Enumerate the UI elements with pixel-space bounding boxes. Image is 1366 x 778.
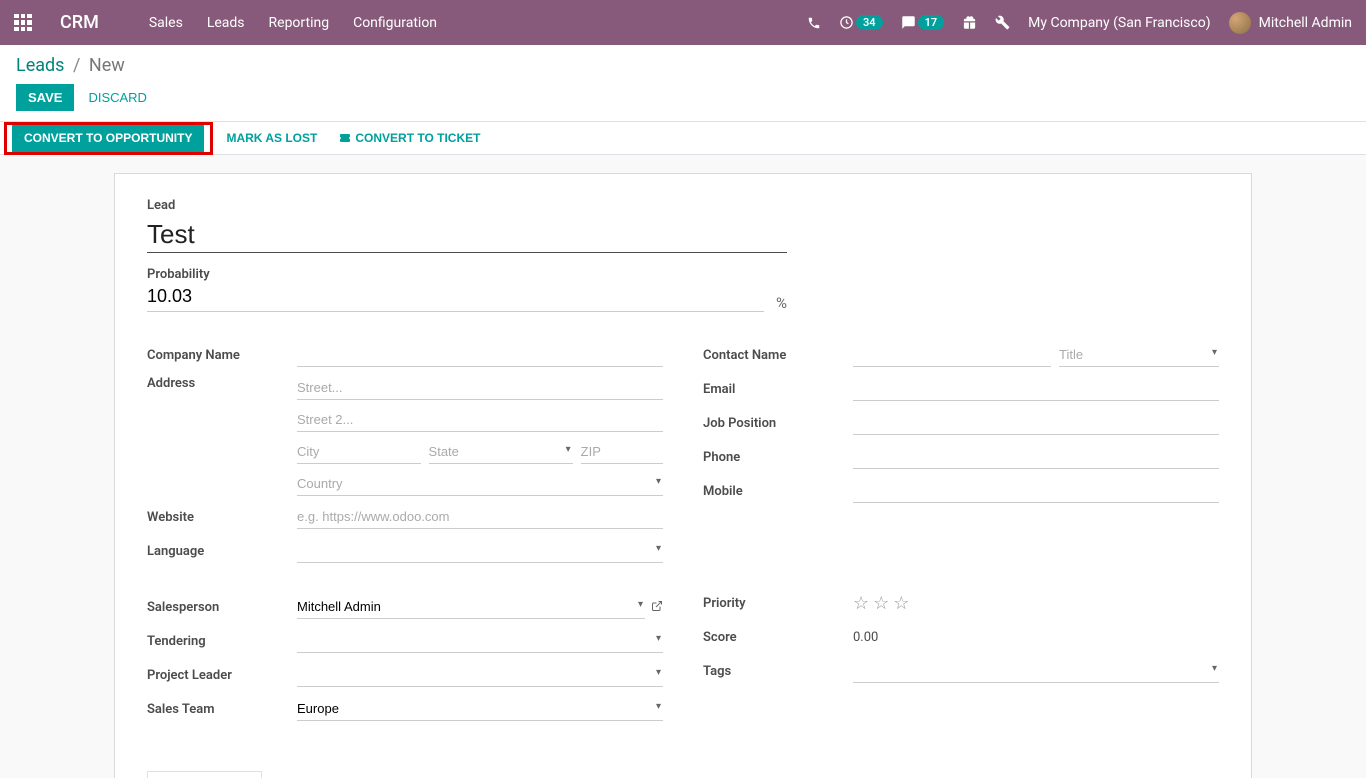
company-selector[interactable]: My Company (San Francisco) [1028, 15, 1210, 31]
company-name-input[interactable] [297, 343, 663, 367]
convert-ticket-button[interactable]: CONVERT TO TICKET [339, 131, 480, 145]
gift-icon[interactable] [962, 15, 977, 30]
email-input[interactable] [853, 377, 1219, 401]
country-input[interactable] [297, 472, 663, 496]
sales-team-input[interactable] [297, 697, 663, 721]
form-right-column: Contact Name Email Job Position [703, 342, 1219, 730]
salesperson-input[interactable] [297, 595, 645, 619]
messages-badge: 17 [918, 15, 945, 30]
language-label: Language [147, 544, 297, 559]
project-leader-label: Project Leader [147, 668, 297, 683]
control-area: Leads / New SAVE DISCARD [0, 45, 1366, 111]
score-value: 0.00 [853, 630, 1219, 645]
discard-button[interactable]: DISCARD [88, 90, 147, 105]
language-input[interactable] [297, 539, 663, 563]
priority-label: Priority [703, 596, 853, 611]
street2-input[interactable] [297, 408, 663, 432]
email-label: Email [703, 382, 853, 397]
breadcrumb-root[interactable]: Leads [16, 55, 64, 76]
nav-menu: Sales Leads Reporting Configuration [149, 15, 437, 31]
user-avatar [1229, 12, 1251, 34]
breadcrumb-current: New [89, 55, 125, 76]
topbar: CRM Sales Leads Reporting Configuration … [0, 0, 1366, 45]
tendering-label: Tendering [147, 634, 297, 649]
ticket-icon [339, 132, 351, 144]
form-sheet: Lead Probability % Company Name Add [114, 173, 1252, 778]
messages-icon[interactable]: 17 [901, 15, 945, 30]
tendering-input[interactable] [297, 629, 663, 653]
nav-configuration[interactable]: Configuration [353, 15, 437, 31]
app-brand[interactable]: CRM [60, 12, 99, 33]
phone-label: Phone [703, 450, 853, 465]
contact-name-input[interactable] [853, 343, 1051, 367]
mobile-label: Mobile [703, 484, 853, 499]
tab-internal-notes[interactable]: Internal Notes [147, 771, 262, 778]
probability-label: Probability [147, 267, 210, 282]
phone-input[interactable] [853, 445, 1219, 469]
job-position-label: Job Position [703, 416, 853, 431]
phone-icon[interactable] [807, 16, 821, 30]
address-label: Address [147, 376, 297, 391]
state-input[interactable] [429, 440, 573, 464]
sales-team-label: Sales Team [147, 702, 297, 717]
mark-lost-button[interactable]: MARK AS LOST [226, 131, 317, 145]
zip-input[interactable] [581, 440, 663, 464]
form-scroll[interactable]: Lead Probability % Company Name Add [0, 155, 1366, 778]
statusbar: CONVERT TO OPPORTUNITY MARK AS LOST CONV… [0, 121, 1366, 155]
nav-reporting[interactable]: Reporting [269, 15, 330, 31]
user-menu[interactable]: Mitchell Admin [1229, 12, 1352, 34]
wrench-icon[interactable] [995, 15, 1010, 30]
street-input[interactable] [297, 376, 663, 400]
mobile-input[interactable] [853, 479, 1219, 503]
breadcrumb-sep: / [73, 55, 80, 76]
nav-leads[interactable]: Leads [207, 15, 245, 31]
tab-extra-info[interactable]: Extra Info [262, 770, 351, 778]
tags-label: Tags [703, 664, 853, 679]
nav-sales[interactable]: Sales [149, 15, 183, 31]
priority-stars[interactable]: ☆☆☆ [853, 593, 1219, 614]
save-button[interactable]: SAVE [16, 84, 74, 111]
project-leader-input[interactable] [297, 663, 663, 687]
topbar-right: 34 17 My Company (San Francisco) Mitchel… [807, 12, 1352, 34]
lead-name-input[interactable] [147, 217, 787, 253]
activity-icon[interactable]: 34 [839, 15, 883, 30]
website-input[interactable] [297, 505, 663, 529]
website-label: Website [147, 510, 297, 525]
breadcrumb: Leads / New [16, 55, 1350, 76]
apps-icon[interactable] [14, 14, 32, 32]
form-left-column: Company Name Address [147, 342, 663, 730]
score-label: Score [703, 630, 853, 645]
action-buttons: SAVE DISCARD [16, 84, 1350, 111]
activity-badge: 34 [856, 15, 883, 30]
salesperson-label: Salesperson [147, 600, 297, 615]
contact-name-label: Contact Name [703, 348, 853, 363]
tab-assigned-partner[interactable]: Assigned Partner [352, 770, 486, 778]
title-input[interactable] [1059, 343, 1219, 367]
company-name-label: Company Name [147, 348, 297, 363]
percent-sign: % [776, 294, 787, 312]
probability-input[interactable] [147, 282, 764, 312]
tags-input[interactable] [853, 659, 1219, 683]
job-position-input[interactable] [853, 411, 1219, 435]
tabs: Internal Notes Extra Info Assigned Partn… [147, 770, 1219, 778]
lead-label: Lead [147, 198, 1219, 213]
external-link-icon[interactable] [651, 600, 663, 615]
city-input[interactable] [297, 440, 421, 464]
user-name: Mitchell Admin [1259, 15, 1352, 31]
convert-opportunity-button[interactable]: CONVERT TO OPPORTUNITY [12, 124, 204, 152]
convert-ticket-label: CONVERT TO TICKET [355, 131, 480, 145]
